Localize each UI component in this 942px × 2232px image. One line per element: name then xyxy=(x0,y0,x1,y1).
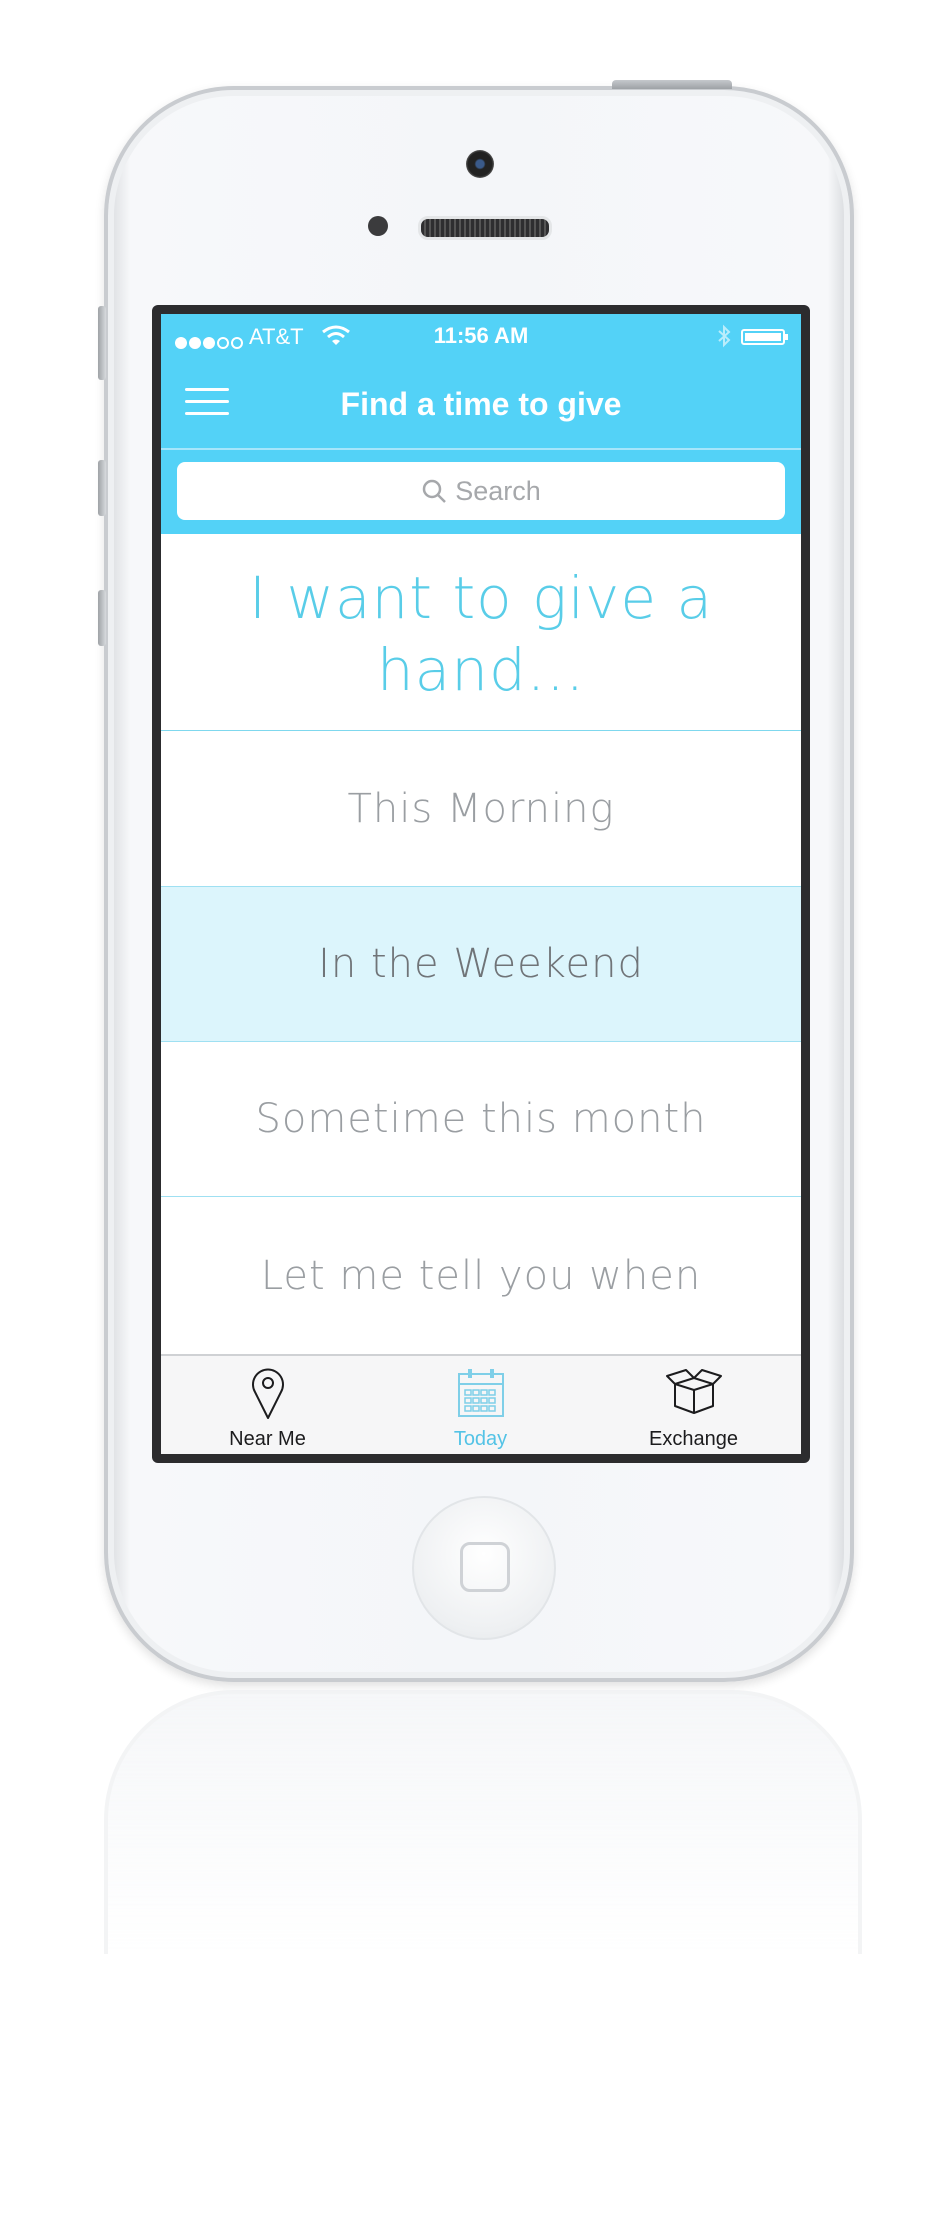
tab-near-me[interactable]: Near Me xyxy=(161,1356,374,1454)
front-camera xyxy=(466,150,494,178)
box-icon xyxy=(665,1369,722,1414)
prompt-heading: I want to give a hand... xyxy=(161,562,801,706)
nav-bar: Find a time to give xyxy=(161,358,801,450)
status-time: 11:56 AM xyxy=(433,323,529,348)
option-label: This Morning xyxy=(347,786,615,832)
prompt-heading-line1: I want to give a xyxy=(248,564,714,632)
status-bar: AT&T 11:56 AM xyxy=(161,314,801,358)
search-placeholder: Search xyxy=(455,475,541,506)
option-this-morning[interactable]: This Morning xyxy=(161,732,801,886)
tab-label: Today xyxy=(453,1428,508,1450)
volume-up-button xyxy=(98,460,106,516)
app-screen: AT&T 11:56 AM Find a time to give Search… xyxy=(161,314,801,1454)
battery-tip xyxy=(785,334,788,340)
tab-label: Exchange xyxy=(649,1428,738,1450)
option-label: Sometime this month xyxy=(255,1096,707,1142)
battery-icon xyxy=(741,329,785,345)
mute-switch xyxy=(98,306,106,380)
location-pin-icon xyxy=(251,1368,284,1419)
option-let-me-tell-you-when[interactable]: Let me tell you when xyxy=(161,1197,801,1354)
tab-label: Near Me xyxy=(229,1428,306,1450)
option-sometime-this-month[interactable]: Sometime this month xyxy=(161,1042,801,1196)
search-icon xyxy=(422,479,447,503)
search-input[interactable]: Search xyxy=(177,462,785,520)
header: AT&T 11:56 AM Find a time to give Search xyxy=(161,314,801,534)
tab-today[interactable]: Today xyxy=(374,1356,587,1454)
home-square-icon xyxy=(460,1542,510,1592)
heading-divider xyxy=(161,730,801,731)
power-button xyxy=(612,80,732,89)
option-label: In the Weekend xyxy=(318,941,644,987)
volume-down-button xyxy=(98,590,106,646)
tab-bar: Near Me Today Exchange xyxy=(161,1354,801,1454)
calendar-icon xyxy=(457,1369,504,1417)
earpiece-speaker xyxy=(418,216,552,240)
option-label: Let me tell you when xyxy=(260,1252,702,1299)
proximity-sensor xyxy=(368,216,388,236)
tab-exchange[interactable]: Exchange xyxy=(587,1356,800,1454)
bluetooth-icon xyxy=(717,324,731,354)
home-button[interactable] xyxy=(412,1496,556,1640)
phone-reflection xyxy=(104,1690,862,1954)
page-title: Find a time to give xyxy=(340,386,622,422)
prompt-heading-line2: hand... xyxy=(376,636,586,704)
option-in-the-weekend[interactable]: In the Weekend xyxy=(161,887,801,1041)
